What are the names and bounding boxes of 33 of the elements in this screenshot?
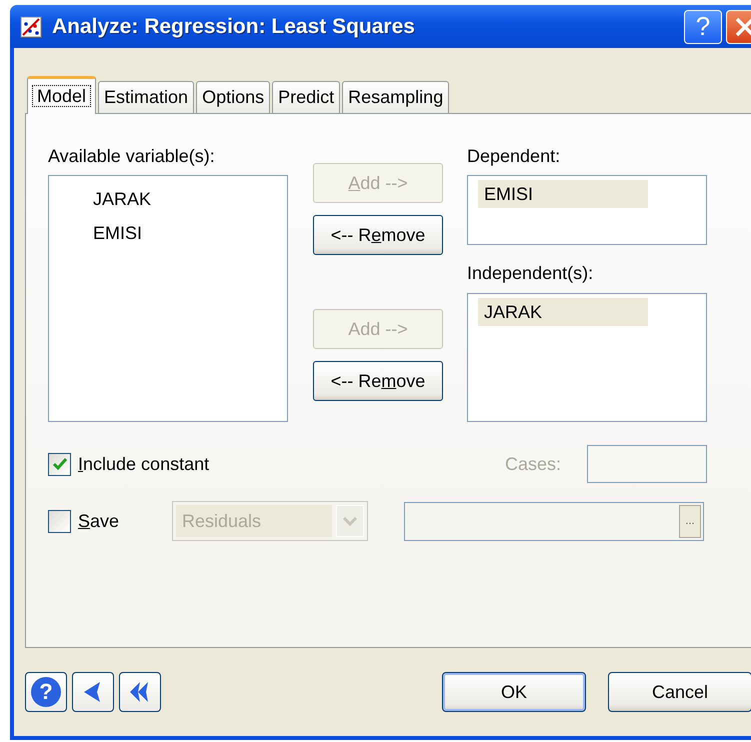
cancel-button[interactable]: Cancel — [608, 672, 751, 712]
field-label: Dependent: — [467, 146, 562, 168]
checkbox[interactable] — [48, 452, 71, 476]
dependent-list[interactable]: EMISI — [467, 175, 707, 245]
tab[interactable]: Model — [27, 76, 96, 114]
field-label: Independent(s): — [467, 263, 594, 285]
tab[interactable]: Resampling — [342, 81, 450, 113]
remove-button[interactable]: <-- Remove — [313, 215, 443, 255]
scatter-plot-icon — [20, 16, 42, 38]
first-button[interactable] — [119, 672, 161, 712]
checkbox-label[interactable]: Save — [78, 510, 172, 532]
tab[interactable]: Options — [196, 81, 270, 113]
independent-list[interactable]: JARAK — [467, 293, 707, 422]
list-item[interactable]: EMISI — [478, 180, 648, 208]
list-item[interactable]: EMISI — [93, 216, 287, 250]
list-item[interactable]: JARAK — [478, 298, 648, 326]
tab[interactable]: Predict — [272, 81, 340, 113]
variable-list[interactable]: JARAK EMISI — [48, 175, 288, 422]
back-button[interactable] — [72, 672, 114, 712]
field-label: Cases: — [504, 454, 561, 474]
help-button[interactable]: ? — [25, 672, 67, 712]
field-label: Available variable(s): — [48, 146, 216, 168]
remove-button[interactable]: <-- Remove — [313, 361, 443, 401]
checkbox[interactable] — [48, 510, 71, 532]
close-icon — [734, 16, 751, 38]
ok-button[interactable]: OK — [442, 672, 586, 712]
browse-button[interactable]: ... — [679, 504, 701, 538]
tab[interactable]: Estimation — [98, 81, 194, 113]
file-path-field[interactable]: ... — [404, 502, 704, 540]
checkbox-label[interactable]: Include constant — [78, 454, 210, 474]
window-title: Analyze: Regression: Least Squares — [52, 14, 415, 38]
checkmark-icon — [50, 455, 68, 473]
list-item[interactable]: JARAK — [93, 182, 287, 216]
